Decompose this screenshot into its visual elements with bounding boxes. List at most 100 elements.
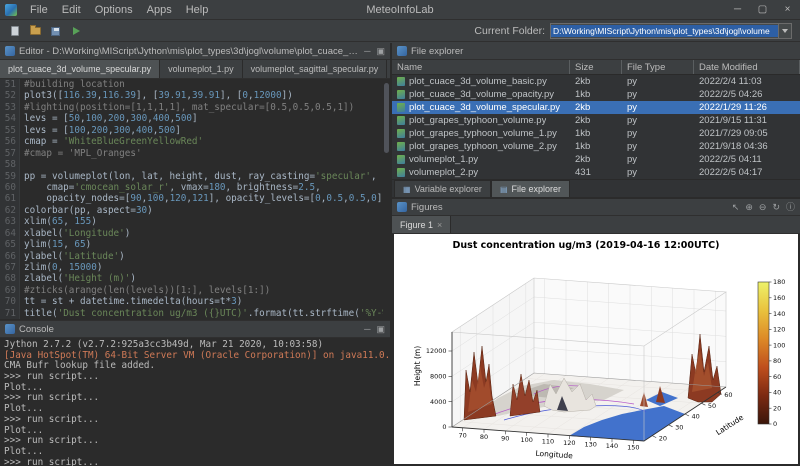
menu-edit[interactable]: Edit xyxy=(55,0,88,20)
code-token: ) xyxy=(97,262,103,273)
dropdown-arrow-icon[interactable] xyxy=(778,24,791,38)
code-token: ) xyxy=(130,273,136,284)
file-row[interactable]: plot_cuace_3d_volume_opacity.py1kbpy2022… xyxy=(392,88,800,101)
file-row[interactable]: plot_cuace_3d_volume_specular.py2kbpy202… xyxy=(392,101,800,114)
column-header[interactable]: File Type xyxy=(622,60,694,74)
menu-options[interactable]: Options xyxy=(88,0,140,20)
menu-apps[interactable]: Apps xyxy=(140,0,179,20)
editor-tab[interactable]: plot_cuace_3d_volume_specular.py xyxy=(0,60,160,78)
py-file-icon xyxy=(397,103,405,112)
code-token: , xyxy=(371,171,377,182)
rotate-icon[interactable]: ↻ xyxy=(772,199,780,216)
file-row[interactable]: plot_grapes_typhoon_volume.py2kbpy2021/9… xyxy=(392,114,800,127)
current-folder-combobox[interactable]: D:\Working\MIScript\Jython\mis\plot_type… xyxy=(550,23,792,39)
code-token: 100 xyxy=(147,193,164,204)
code-token: , xyxy=(58,262,69,273)
figure-canvas[interactable]: Dust concentration ug/m3 (2019-04-16 12:… xyxy=(394,234,798,464)
line-number: 71 xyxy=(0,308,20,319)
file-row[interactable]: volumeplot_2.py431py2022/2/5 04:17 xyxy=(392,166,800,179)
editor-tab[interactable]: volumeplot_1.py xyxy=(160,60,243,78)
file-size: 431 xyxy=(570,167,622,178)
open-file-icon[interactable] xyxy=(26,23,44,40)
file-row[interactable]: volumeplot_1.py2kbpy2022/2/5 04:11 xyxy=(392,153,800,166)
file-name-cell: volumeplot_2.py xyxy=(392,167,570,178)
file-size: 1kb xyxy=(570,141,622,152)
file-size: 2kb xyxy=(570,154,622,165)
current-folder-label: Current Folder: xyxy=(474,25,545,37)
x-tick-label: 150 xyxy=(627,444,639,452)
code-token: plot3([ xyxy=(24,90,63,101)
code-token: ] xyxy=(192,113,198,124)
editor-tab-bar: plot_cuace_3d_volume_specular.pyvolumepl… xyxy=(0,60,390,79)
title-bar: FileEditOptionsAppsHelp MeteoInfoLab ─▢× xyxy=(0,0,800,20)
file-explorer-panel: File explorer NameSizeFile TypeDate Modi… xyxy=(392,43,800,197)
code-token: ], opacity_levels=[ xyxy=(209,193,315,204)
code-token: ) xyxy=(91,216,97,227)
code-text: zlabel('Height (m)') xyxy=(20,273,136,284)
zoom-in-icon[interactable]: ⊕ xyxy=(745,199,753,216)
code-token: 2.5 xyxy=(298,182,315,193)
code-token: 0.5 xyxy=(326,193,343,204)
figure-tab[interactable]: Figure 1 × xyxy=(392,216,451,233)
line-number: 62 xyxy=(0,205,20,216)
code-token: 0.5 xyxy=(349,193,366,204)
file-size: 2kb xyxy=(570,76,622,87)
column-header[interactable]: Size xyxy=(570,60,622,74)
file-name: plot_grapes_typhoon_volume_2.py xyxy=(409,141,557,152)
code-token: ], [ xyxy=(136,90,158,101)
console-panel-title: Console xyxy=(19,324,54,335)
file-size: 2kb xyxy=(570,115,622,126)
close-figure-icon[interactable]: × xyxy=(437,216,442,234)
pointer-icon[interactable]: ↖ xyxy=(732,199,740,216)
editor-float-icon[interactable]: ▣ xyxy=(376,43,385,60)
run-script-icon[interactable] xyxy=(66,23,84,40)
code-token: #building location xyxy=(24,79,125,90)
save-icon[interactable] xyxy=(46,23,64,40)
new-script-icon[interactable] xyxy=(6,23,24,40)
file-row[interactable]: plot_grapes_typhoon_volume_1.py1kbpy2021… xyxy=(392,127,800,140)
scrollbar-thumb[interactable] xyxy=(384,83,389,153)
file-name: volumeplot_1.py xyxy=(409,154,478,165)
code-text: #building location xyxy=(20,79,125,90)
console-header-icons: ─▣ xyxy=(364,321,385,338)
file-date: 2022/2/5 04:17 xyxy=(694,167,800,178)
file-type: py xyxy=(622,128,694,139)
file-row[interactable]: plot_grapes_typhoon_volume_2.py1kbpy2021… xyxy=(392,140,800,153)
figures-panel-title: Figures xyxy=(411,202,443,213)
file-name: volumeplot_2.py xyxy=(409,167,478,178)
code-line: 59pp = volumeplot(lon, lat, height, dust… xyxy=(0,171,390,182)
explorer-tab[interactable]: ▦Variable explorer xyxy=(394,180,491,197)
menu-file[interactable]: File xyxy=(23,0,55,20)
code-token: colorbar(pp, aspect= xyxy=(24,205,136,216)
code-line: 71title('Dust concentration ug/m3 ({}UTC… xyxy=(0,308,390,319)
figures-icon xyxy=(397,202,407,212)
editor-tab[interactable]: volumeplot_sagittal_specular.py xyxy=(243,60,388,78)
maximize-button[interactable]: ▢ xyxy=(750,0,775,20)
y-tick-label: 60 xyxy=(724,391,732,399)
explorer-tab-bar: ▦Variable explorer▤File explorer xyxy=(392,179,800,197)
code-editor[interactable]: 51#building location52plot3([116.39,116.… xyxy=(0,79,390,320)
console-output[interactable]: Jython 2.7.2 (v2.7.2:925a3cc3b49d, Mar 2… xyxy=(0,338,390,466)
code-token: 400 xyxy=(136,125,153,136)
console-minimize-icon[interactable]: ─ xyxy=(364,321,370,338)
code-line: 52plot3([116.39,116.39], [39.91,39.91], … xyxy=(0,90,390,101)
file-name: plot_cuace_3d_volume_opacity.py xyxy=(409,89,554,100)
console-float-icon[interactable]: ▣ xyxy=(376,321,385,338)
editor-scrollbar[interactable] xyxy=(383,79,390,320)
editor-minimize-icon[interactable]: ─ xyxy=(364,43,370,60)
column-header[interactable]: Name xyxy=(392,60,570,74)
code-text: ylabel('Latitude') xyxy=(20,251,125,262)
file-row[interactable]: plot_cuace_3d_volume_basic.py2kbpy2022/2… xyxy=(392,75,800,88)
menu-help[interactable]: Help xyxy=(179,0,216,20)
code-text: levs = [50,100,200,300,400,500] xyxy=(20,113,198,124)
console-icon xyxy=(5,324,15,334)
minimize-button[interactable]: ─ xyxy=(725,0,750,20)
zoom-out-icon[interactable]: ⊖ xyxy=(759,199,767,216)
info-icon[interactable]: ⓘ xyxy=(786,199,795,216)
close-button[interactable]: × xyxy=(775,0,800,20)
code-token: levs = [ xyxy=(24,113,69,124)
column-header[interactable]: Date Modified xyxy=(694,60,800,74)
colorbar-tick-label: 160 xyxy=(773,294,785,302)
explorer-tab[interactable]: ▤File explorer xyxy=(491,180,570,197)
colorbar-tick-label: 140 xyxy=(773,310,785,318)
